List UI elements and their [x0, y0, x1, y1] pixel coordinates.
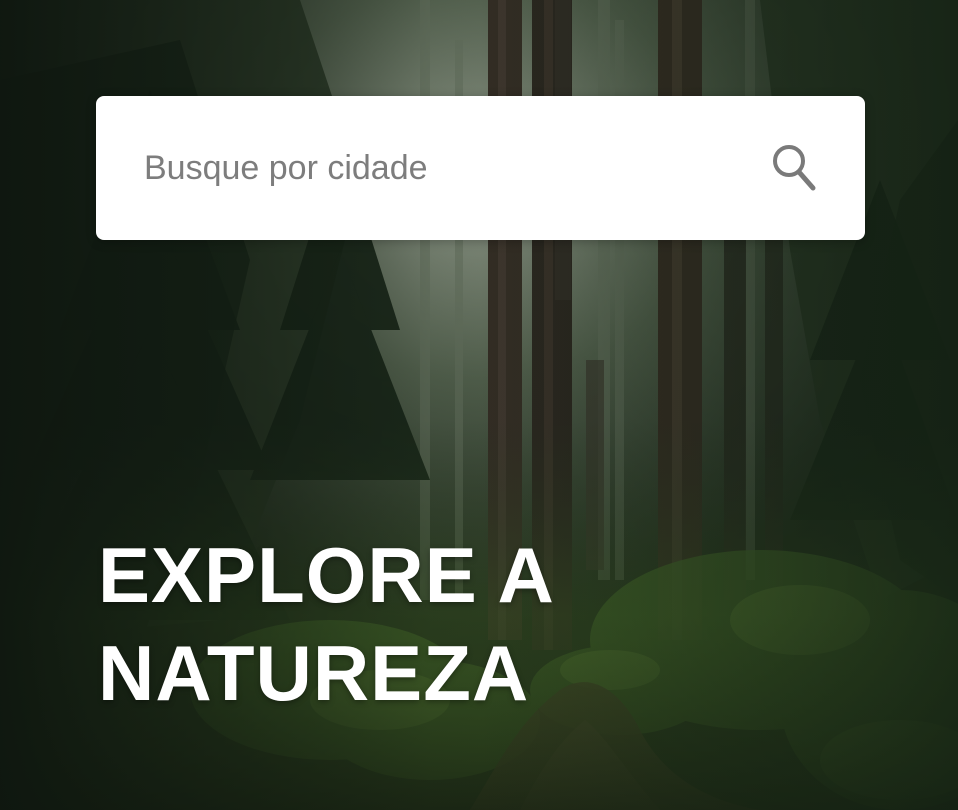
hero-section: EXPLORE A NATUREZA — [0, 0, 958, 810]
search-bar — [96, 96, 865, 240]
hero-headline: EXPLORE A NATUREZA — [98, 526, 555, 722]
headline-line-1: EXPLORE A — [98, 531, 555, 619]
search-input[interactable] — [96, 96, 749, 240]
search-icon — [773, 145, 816, 191]
headline-line-2: NATUREZA — [98, 629, 530, 717]
search-button[interactable] — [749, 96, 839, 240]
